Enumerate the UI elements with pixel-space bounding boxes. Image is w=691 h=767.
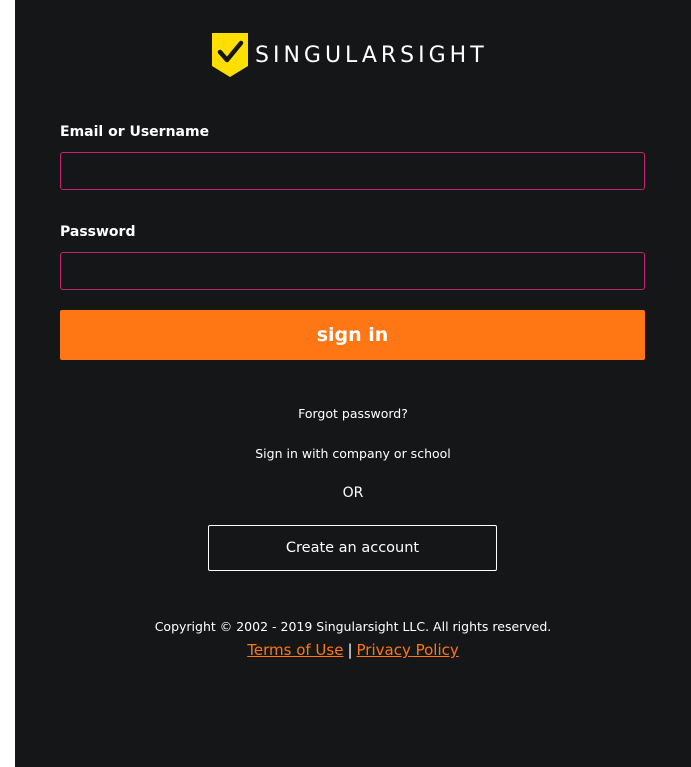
sso-sign-in-link[interactable]: Sign in with company or school (15, 446, 691, 461)
brand-name: SINGULARSIGHT (255, 42, 488, 68)
password-label: Password (60, 224, 136, 240)
email-label: Email or Username (60, 124, 210, 140)
create-account-button[interactable]: Create an account (208, 525, 497, 571)
email-input[interactable] (60, 152, 645, 190)
legal-separator: | (347, 641, 353, 659)
shield-check-icon (211, 32, 249, 78)
brand-logo: SINGULARSIGHT (211, 32, 488, 78)
forgot-password-link[interactable]: Forgot password? (15, 406, 691, 421)
login-page: SINGULARSIGHT Email or Username Password… (15, 0, 691, 767)
legal-links: Terms of Use | Privacy Policy (15, 641, 691, 659)
password-input[interactable] (60, 252, 645, 290)
sign-in-button[interactable]: sign in (60, 310, 645, 360)
copyright-text: Copyright © 2002 - 2019 Singularsight LL… (154, 619, 552, 634)
or-divider: OR (342, 485, 364, 501)
terms-of-use-link[interactable]: Terms of Use (247, 641, 343, 659)
privacy-policy-link[interactable]: Privacy Policy (357, 641, 459, 659)
